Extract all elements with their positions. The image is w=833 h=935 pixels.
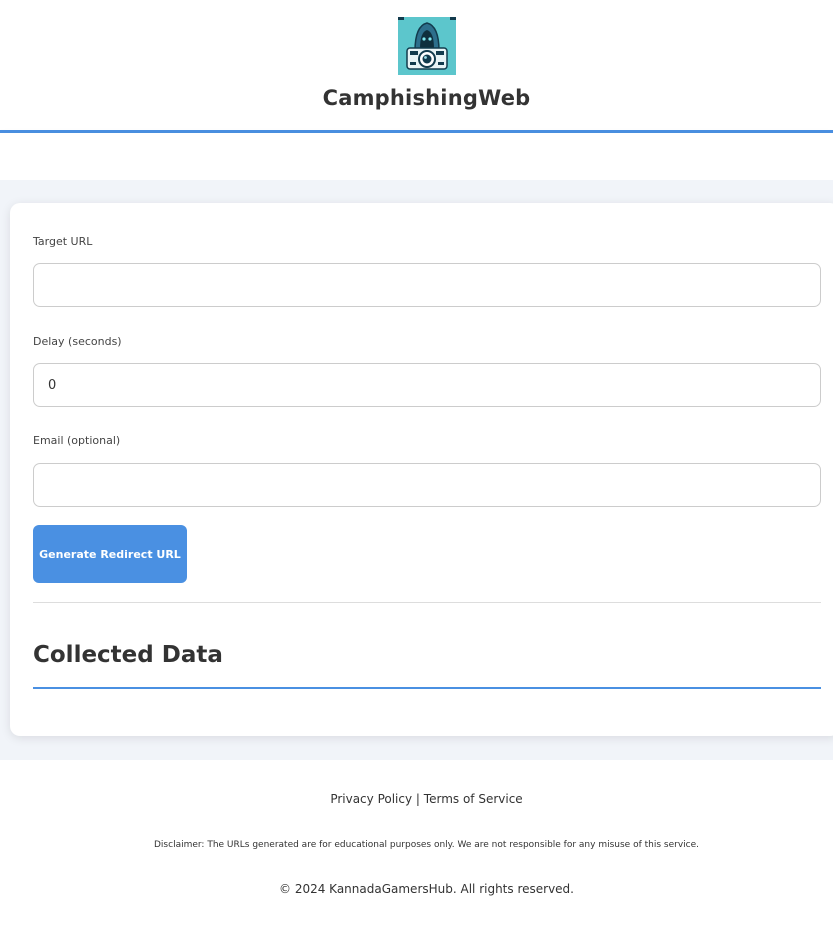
delay-label: Delay (seconds): [33, 335, 122, 348]
email-label: Email (optional): [33, 434, 121, 447]
nav-bar: [0, 133, 833, 180]
footer-links: Privacy Policy | Terms of Service: [0, 792, 833, 806]
site-header: CamphishingWeb: [0, 0, 833, 133]
terms-of-service-link[interactable]: Terms of Service: [424, 792, 523, 806]
collected-data-title: Collected Data: [33, 642, 223, 668]
email-input[interactable]: [33, 463, 821, 507]
target-url-input[interactable]: [33, 263, 821, 307]
hooded-hacker-camera-icon: [398, 17, 456, 75]
target-url-label: Target URL: [33, 235, 93, 248]
divider: [33, 602, 821, 603]
disclaimer-text: Disclaimer: The URLs generated are for e…: [154, 840, 699, 850]
site-logo: [398, 17, 456, 75]
privacy-policy-link[interactable]: Privacy Policy: [330, 792, 412, 806]
copyright-text: © 2024 KannadaGamersHub. All rights rese…: [279, 882, 574, 896]
collected-data-underline: [33, 687, 821, 689]
site-title: CamphishingWeb: [322, 86, 531, 110]
delay-input[interactable]: [33, 363, 821, 407]
generate-redirect-url-button[interactable]: Generate Redirect URL: [33, 525, 187, 583]
footer-separator: |: [415, 792, 420, 806]
